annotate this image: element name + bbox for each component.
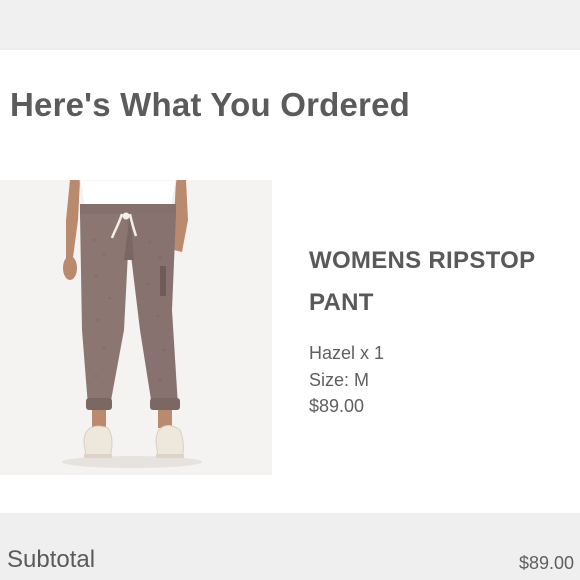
product-name[interactable]: WOMENS RIPSTOP PANT [309, 240, 571, 324]
product-image[interactable] [0, 180, 272, 475]
product-variant-quantity: Hazel x 1 [309, 343, 385, 363]
subtotal-value: $89.00 [518, 553, 574, 573]
product-size: Size: M [309, 370, 370, 390]
pant-illustration [62, 180, 202, 468]
subtotal-label: Subtotal [7, 546, 96, 573]
order-heading: Here's What You Ordered [10, 86, 410, 123]
product-price: $89.00 [309, 396, 365, 416]
top-band [0, 0, 580, 50]
